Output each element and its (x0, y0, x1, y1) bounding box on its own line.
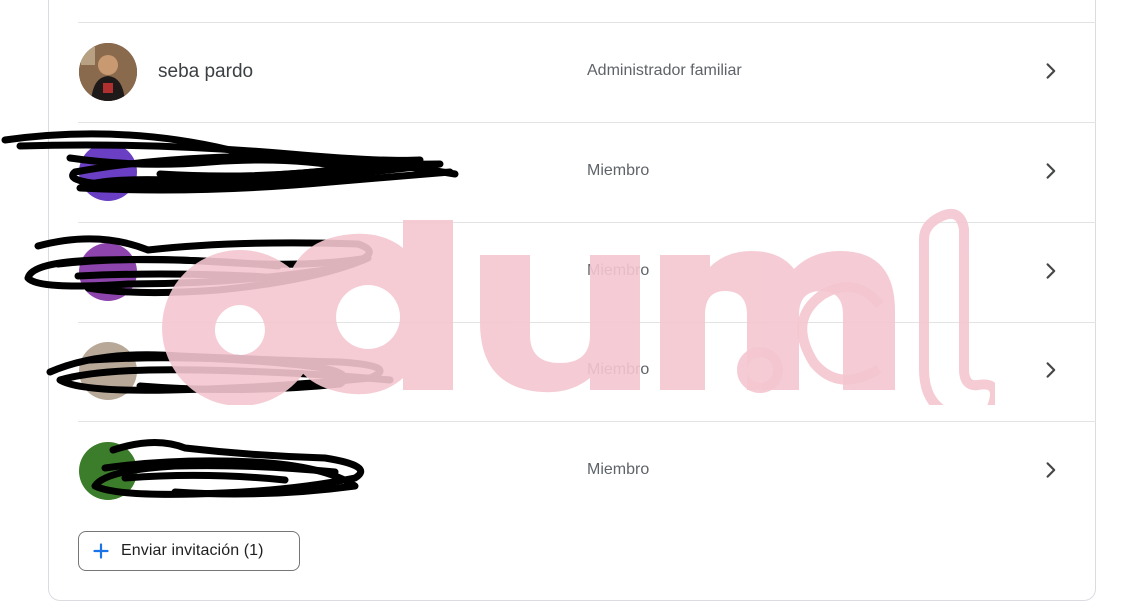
plus-icon (93, 543, 109, 559)
member-role: Miembro (587, 361, 650, 378)
member-row-5[interactable]: Miembro (78, 422, 1096, 522)
member-row-4[interactable]: Miembro (78, 322, 1096, 422)
member-role: Administrador familiar (587, 62, 742, 79)
send-invitation-button[interactable]: Enviar invitación (1) (78, 531, 300, 571)
member-role: Miembro (587, 262, 650, 279)
member-row-2[interactable]: Miembro (78, 123, 1096, 223)
member-avatar-letter (79, 442, 137, 500)
member-avatar-letter (79, 143, 137, 201)
member-row-3[interactable]: Miembro (78, 223, 1096, 323)
member-role: Miembro (587, 162, 650, 179)
member-role: Miembro (587, 461, 650, 478)
member-name: seba pardo (158, 61, 254, 82)
chevron-right-icon[interactable] (1039, 259, 1063, 283)
chevron-right-icon[interactable] (1039, 358, 1063, 382)
send-invitation-label: Enviar invitación (1) (121, 542, 264, 559)
chevron-right-icon[interactable] (1039, 458, 1063, 482)
member-row-seba-pardo[interactable]: seba pardo Administrador familiar (78, 23, 1096, 123)
member-avatar-photo (79, 43, 137, 101)
member-avatar-photo (79, 342, 137, 400)
member-avatar-letter (79, 243, 137, 301)
chevron-right-icon[interactable] (1039, 159, 1063, 183)
chevron-right-icon[interactable] (1039, 59, 1063, 83)
